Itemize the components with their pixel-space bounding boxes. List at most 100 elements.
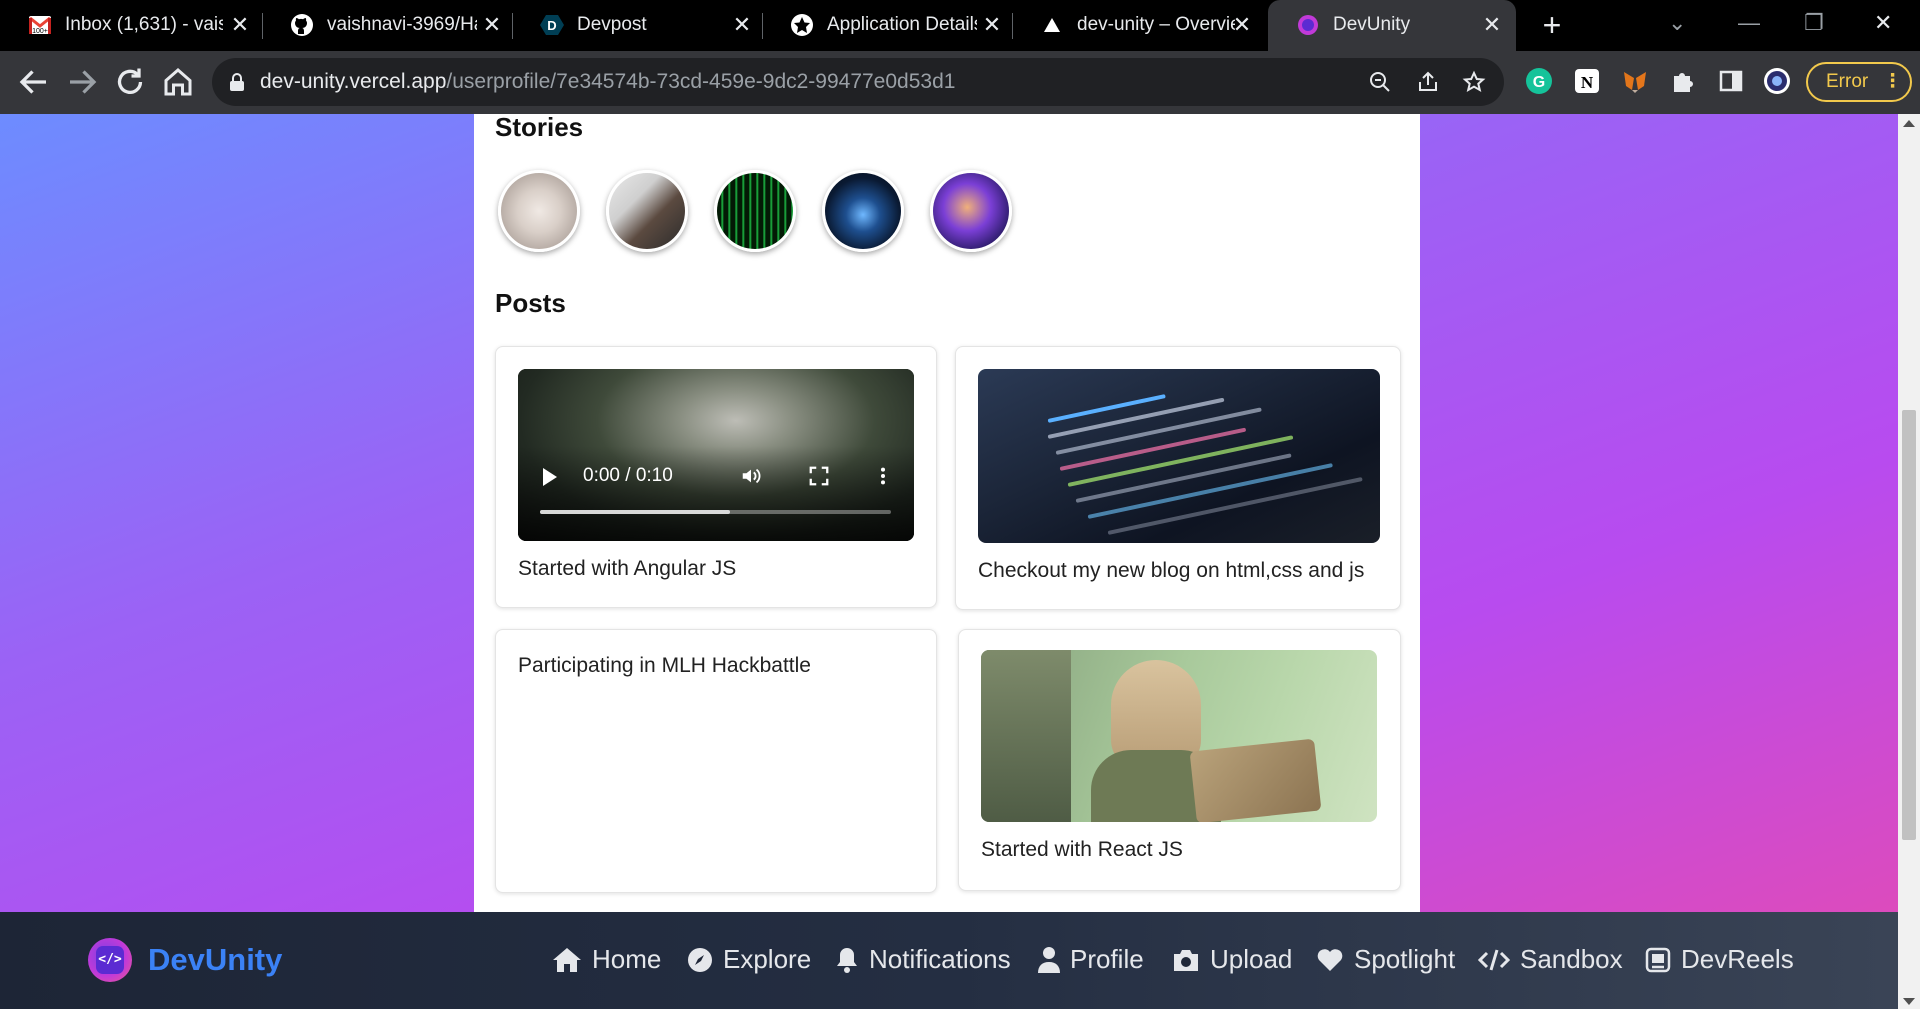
video-player[interactable]: 0:00 / 0:10 [518, 369, 914, 541]
url-text: dev-unity.vercel.app/userprofile/7e34574… [260, 70, 955, 94]
gmail-badge: 100+ [32, 28, 48, 35]
post-caption: Started with React JS [981, 838, 1183, 861]
tab-title: DevUnity [1333, 14, 1411, 35]
fullscreen-icon[interactable] [808, 465, 830, 487]
nav-notifications[interactable]: Notifications [835, 944, 1011, 975]
share-icon[interactable] [1416, 70, 1440, 94]
post-card: Checkout my new blog on html,css and js [955, 346, 1401, 610]
user-icon [1038, 946, 1060, 973]
close-icon[interactable]: ✕ [228, 12, 252, 38]
reload-icon[interactable] [112, 64, 148, 100]
grammarly-icon[interactable]: G [1524, 66, 1554, 96]
post-caption: Checkout my new blog on html,css and js [978, 559, 1365, 582]
story-2[interactable] [606, 170, 688, 252]
brand-name[interactable]: DevUnity [148, 942, 282, 978]
scroll-up-icon[interactable] [1903, 120, 1915, 127]
lock-icon[interactable] [228, 72, 246, 92]
restore-icon[interactable]: ❐ [1804, 10, 1824, 36]
post-card: 0:00 / 0:10 Started with Angular JS [495, 346, 937, 608]
home-icon[interactable] [160, 64, 196, 100]
scroll-down-icon[interactable] [1903, 998, 1915, 1005]
story-5[interactable] [930, 170, 1012, 252]
tab-title: Devpost [577, 14, 647, 35]
new-tab-button[interactable]: + [1536, 8, 1568, 42]
nav-label: Notifications [869, 944, 1011, 974]
tab-title: dev-unity – Overvie [1077, 14, 1235, 35]
close-icon[interactable]: ✕ [1230, 12, 1254, 38]
story-3[interactable] [714, 170, 796, 252]
notion-icon[interactable]: N [1572, 66, 1602, 96]
post-card: Participating in MLH Hackbattle [495, 629, 937, 893]
window-close-icon[interactable]: ✕ [1874, 10, 1892, 36]
vercel-icon [1044, 18, 1060, 32]
stories-title: Stories [495, 114, 584, 142]
tab-gmail[interactable]: 100+ Inbox (1,631) - vaish ✕ [0, 0, 258, 51]
tab-vercel[interactable]: dev-unity – Overvie ✕ [1012, 0, 1262, 51]
story-4[interactable] [822, 170, 904, 252]
play-icon[interactable] [543, 468, 557, 486]
tab-title: vaishnavi-3969/Hac [327, 14, 477, 35]
nav-explore[interactable]: Explore [687, 944, 811, 975]
tab-devpost[interactable]: D Devpost ✕ [512, 0, 762, 51]
svg-text:D: D [547, 18, 556, 33]
nav-label: Upload [1210, 944, 1293, 974]
story-image [717, 173, 793, 249]
nav-devreels[interactable]: DevReels [1645, 944, 1794, 975]
heart-icon [1317, 948, 1343, 971]
close-icon[interactable]: ✕ [980, 12, 1004, 38]
gmail-icon: 100+ [29, 16, 51, 35]
video-progress-track[interactable] [540, 510, 891, 514]
minimize-icon[interactable]: — [1738, 10, 1760, 36]
close-icon[interactable]: ✕ [730, 12, 754, 38]
profile-avatar-icon[interactable] [1762, 66, 1792, 96]
zoom-out-icon[interactable] [1368, 70, 1392, 94]
nav-upload[interactable]: Upload [1172, 944, 1292, 975]
profile-error-button[interactable]: Error ⋮ [1806, 62, 1912, 102]
nav-label: Explore [723, 944, 812, 974]
story-image [501, 173, 577, 249]
close-icon[interactable]: ✕ [480, 12, 504, 38]
bookmark-star-icon[interactable] [1462, 70, 1486, 94]
tab-search-icon[interactable]: ⌄ [1668, 10, 1686, 36]
tab-github[interactable]: vaishnavi-3969/Hac ✕ [262, 0, 512, 51]
nav-spotlight[interactable]: Spotlight [1316, 944, 1455, 975]
nav-profile[interactable]: Profile [1038, 944, 1144, 975]
star-badge-icon [791, 14, 813, 36]
nav-home[interactable]: Home [552, 944, 661, 975]
page-viewport: Stories Posts 0:00 / 0:10 Started with A… [0, 114, 1898, 1009]
more-options-icon[interactable] [872, 465, 894, 487]
back-icon[interactable] [16, 64, 52, 100]
tab-application-details[interactable]: Application Details ✕ [762, 0, 1012, 51]
close-icon[interactable]: ✕ [1480, 12, 1504, 38]
posts-title: Posts [495, 288, 566, 318]
metamask-icon[interactable] [1620, 66, 1650, 96]
forward-icon[interactable] [64, 64, 100, 100]
github-icon [291, 14, 313, 36]
post-image[interactable] [981, 650, 1377, 822]
menu-dots-icon[interactable]: ⋮ [1883, 64, 1902, 100]
page-scrollbar[interactable] [1898, 114, 1920, 1009]
nav-sandbox[interactable]: Sandbox [1478, 944, 1623, 975]
svg-text:G: G [1533, 74, 1545, 91]
post-card: Started with React JS [958, 629, 1401, 891]
extensions-puzzle-icon[interactable] [1668, 66, 1698, 96]
video-time: 0:00 / 0:10 [583, 465, 673, 486]
volume-icon[interactable] [740, 465, 762, 487]
svg-text:N: N [1581, 73, 1594, 92]
tab-title: Inbox (1,631) - vaish [65, 14, 223, 35]
story-1[interactable] [498, 170, 580, 252]
tab-devunity[interactable]: DevUnity ✕ [1268, 0, 1516, 51]
devpost-icon: D [540, 15, 564, 35]
camera-icon [1174, 949, 1198, 971]
address-bar[interactable]: dev-unity.vercel.app/userprofile/7e34574… [212, 58, 1504, 106]
compass-icon [688, 947, 712, 972]
nav-label: DevReels [1681, 944, 1794, 974]
reels-icon [1645, 947, 1671, 972]
side-panel-icon[interactable] [1716, 66, 1746, 96]
story-image [609, 173, 685, 249]
story-image [933, 173, 1009, 249]
devunity-logo-icon[interactable]: </> [88, 938, 132, 982]
post-image[interactable] [978, 369, 1380, 543]
scrollbar-thumb[interactable] [1902, 410, 1916, 840]
code-icon [1478, 949, 1510, 970]
